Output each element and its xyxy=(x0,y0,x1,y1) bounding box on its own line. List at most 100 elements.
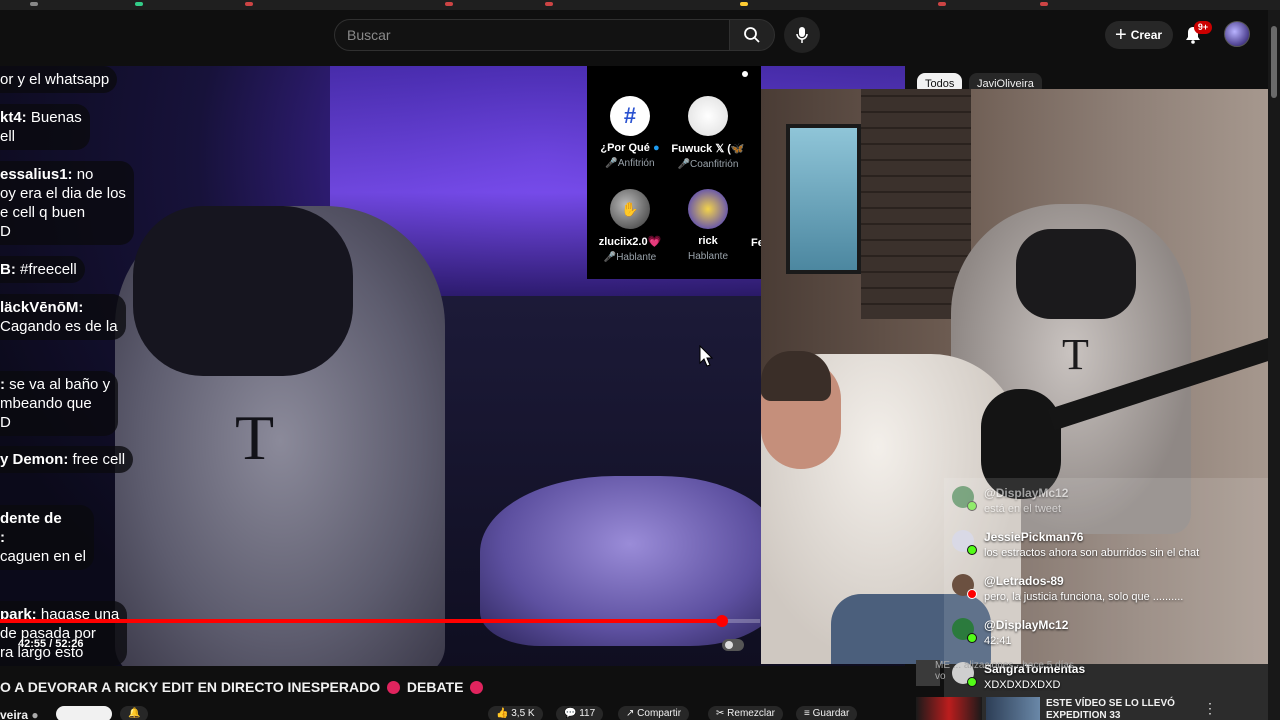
kick-icon xyxy=(967,545,977,555)
speaker-name: Fuwuck 𝕏 (🦋 xyxy=(671,143,745,155)
comments-button[interactable]: 💬 117 xyxy=(556,706,604,720)
page-scrollbar[interactable] xyxy=(1268,10,1280,720)
create-label: Crear xyxy=(1130,28,1163,42)
mic-muted-icon: 🎤 xyxy=(605,158,618,169)
mic-muted-icon: 🎤 xyxy=(603,252,617,263)
channel-name[interactable]: veira ● xyxy=(0,708,39,720)
wave-icon: ✋ xyxy=(621,200,639,217)
more-options-icon[interactable]: ⋮ xyxy=(1203,700,1217,717)
user-avatar xyxy=(952,574,977,599)
mouse-cursor-icon xyxy=(699,345,713,367)
tab-indicator[interactable] xyxy=(30,2,38,6)
tab-indicator[interactable] xyxy=(135,2,143,6)
browser-tab-strip xyxy=(0,0,1280,10)
chat-message: dente de : caguen en el xyxy=(0,505,94,570)
progress-fill xyxy=(0,619,722,623)
cartoon-avatar xyxy=(688,189,728,229)
account-avatar[interactable] xyxy=(1224,21,1250,47)
tab-indicator[interactable] xyxy=(445,2,453,6)
verified-icon: ● xyxy=(31,708,39,720)
voice-search-button[interactable] xyxy=(784,17,820,53)
webcam-chat-overlay: @DisplayMc12 está en el tweet JessiePick… xyxy=(944,478,1268,720)
chat-text: está en el tweet xyxy=(984,503,1062,515)
user-avatar xyxy=(952,618,977,643)
speaker-name: rick xyxy=(698,235,718,247)
top-header: + Crear 9+ xyxy=(0,10,1268,58)
video-actions-row: veira ● 🔔 👍 3,5 K 💬 117 ↗ Compartir ✂ Re… xyxy=(0,706,905,720)
chat-message: B: #freecell xyxy=(0,256,85,283)
kick-icon xyxy=(967,501,977,511)
chat-username: JessiePickman76 xyxy=(984,530,1084,544)
cat-avatar xyxy=(688,96,728,136)
filter-chips: Todos JaviOliveira xyxy=(905,66,1268,95)
notifications-badge: 9+ xyxy=(1194,21,1212,34)
chat-message: läckVēnōM: Cagando es de la xyxy=(0,294,126,340)
space-speaker[interactable]: Fuwuck 𝕏 (🦋 🎤Coanfitrión xyxy=(665,96,751,170)
share-button[interactable]: ↗ Compartir xyxy=(618,706,690,720)
progress-scrubber[interactable] xyxy=(716,615,728,627)
remix-button[interactable]: ✂ Remezclar xyxy=(708,706,783,720)
youtube-icon xyxy=(967,589,977,599)
chat-message: : se va al baño y mbeando que D xyxy=(0,371,119,436)
chat-text: 42:41 xyxy=(984,635,1012,647)
related-video-thumbnail[interactable] xyxy=(986,697,1040,720)
save-button[interactable]: ≡ Guardar xyxy=(796,706,858,720)
gaming-chair-image: T xyxy=(95,206,455,666)
related-video-thumbnail[interactable] xyxy=(916,697,982,720)
space-speaker[interactable]: rick Hablante xyxy=(665,189,751,262)
chat-text: pero, la justicia funciona, solo que ...… xyxy=(984,591,1184,603)
space-speaker[interactable]: ✋ zluciix2.0💗 🎤Hablante xyxy=(587,189,673,263)
notification-bell-button[interactable]: 🔔 xyxy=(120,706,149,720)
space-speaker[interactable]: # ¿Por Qué ● 🎤Anfitrión xyxy=(587,96,673,169)
red-circle-emoji xyxy=(470,681,484,694)
chat-username: @Letrados-89 xyxy=(984,574,1064,588)
search-button[interactable] xyxy=(729,19,775,51)
user-avatar: ✋ xyxy=(610,189,650,229)
speaker-role: 🎤Coanfitrión xyxy=(677,159,739,170)
progress-bar[interactable] xyxy=(0,615,760,627)
like-button[interactable]: 👍 3,5 K xyxy=(488,706,543,720)
scrollbar-thumb[interactable] xyxy=(1271,26,1277,98)
speaker-role: Hablante xyxy=(687,251,729,262)
chat-message: essalius1: no oy era el dia de los e cel… xyxy=(0,161,134,245)
screen: + Crear 9+ T or y el whatsapp kt4: Buena… xyxy=(0,0,1280,720)
speaker-name-partial: Fe xyxy=(751,237,761,249)
speaker-name: zluciix2.0💗 xyxy=(598,236,662,248)
live-indicator xyxy=(742,71,748,77)
mic-muted-icon: 🎤 xyxy=(677,159,691,170)
speaker-role: 🎤Hablante xyxy=(603,252,657,263)
chat-username: @DisplayMc12 xyxy=(984,486,1069,500)
stream-chat-overlay: or y el whatsapp kt4: Buenas ell essaliu… xyxy=(0,66,140,666)
time-display: 42:55 / 52:26 xyxy=(18,638,84,650)
create-button[interactable]: + Crear xyxy=(1105,21,1173,49)
chat-message: or y el whatsapp xyxy=(0,66,118,93)
autoplay-toggle[interactable] xyxy=(722,639,744,651)
microphone-icon xyxy=(796,27,808,43)
chat-message: park: haqase una de pasada por ra largo … xyxy=(0,601,128,666)
red-circle-emoji xyxy=(387,681,401,694)
audio-space-panel: # ¿Por Qué ● 🎤Anfitrión Fuwuck 𝕏 (🦋 🎤Coa… xyxy=(587,66,761,279)
tab-indicator[interactable] xyxy=(245,2,253,6)
chat-text: los estractos ahora son aburridos sin el… xyxy=(984,547,1200,559)
search-icon xyxy=(744,27,760,43)
chair-logo: T xyxy=(235,402,275,473)
speaker-role: 🎤Anfitrión xyxy=(605,158,655,169)
user-avatar xyxy=(952,530,977,555)
subscribe-button[interactable] xyxy=(56,706,112,720)
search-box xyxy=(334,19,730,51)
speaker-name: ¿Por Qué ● xyxy=(600,142,660,154)
user-avatar xyxy=(952,486,977,511)
related-video-title[interactable]: ESTE VÍDEO SE LO LLEVÓ EXPEDITION 33 xyxy=(1046,698,1175,720)
tab-indicator[interactable] xyxy=(1040,2,1048,6)
monitor-image xyxy=(786,124,861,274)
search-input[interactable] xyxy=(335,20,729,50)
tab-indicator[interactable] xyxy=(740,2,748,6)
hashtag-avatar: # xyxy=(610,96,650,136)
chat-username: @DisplayMc12 xyxy=(984,618,1069,632)
kick-icon xyxy=(967,633,977,643)
tab-indicator[interactable] xyxy=(545,2,553,6)
tab-indicator[interactable] xyxy=(938,2,946,6)
chat-message: y Demon: free cell xyxy=(0,446,134,473)
chat-message: kt4: Buenas ell xyxy=(0,104,90,150)
video-title: O A DEVORAR A RICKY EDIT EN DIRECTO INES… xyxy=(0,679,905,695)
